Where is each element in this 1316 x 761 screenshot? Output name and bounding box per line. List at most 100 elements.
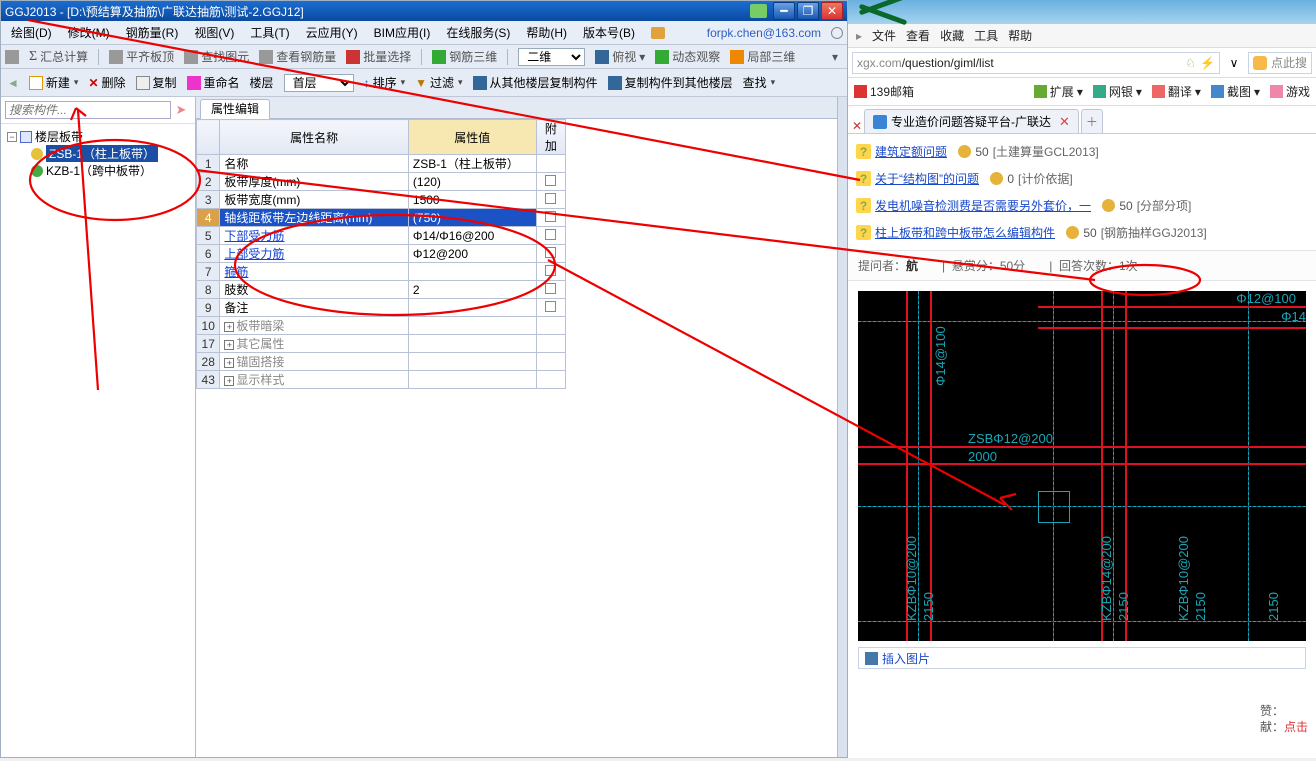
- coin-icon: [958, 145, 971, 158]
- close-button[interactable]: ✕: [821, 2, 843, 20]
- insert-image-button[interactable]: 插入图片: [858, 647, 1306, 669]
- copy-to-button[interactable]: 复制构件到其他楼层: [608, 74, 733, 91]
- delete-button[interactable]: ✕删除: [88, 74, 125, 91]
- menu-edit[interactable]: 修改(M): [62, 22, 116, 43]
- br-file[interactable]: 文件: [872, 27, 896, 44]
- grid-row[interactable]: 5下部受力筋Φ14/Φ16@200: [197, 227, 566, 245]
- gear-icon[interactable]: [831, 27, 843, 39]
- grid-row[interactable]: 2板带厚度(mm)(120): [197, 173, 566, 191]
- menu-tool[interactable]: 工具(T): [244, 22, 295, 43]
- col-value: 属性值: [408, 120, 536, 155]
- new-tab-button[interactable]: ＋: [1081, 109, 1103, 133]
- property-grid[interactable]: 属性名称 属性值 附加 1名称ZSB-1（柱上板带）2板带厚度(mm)(120)…: [196, 119, 566, 389]
- br-help[interactable]: 帮助: [1008, 27, 1032, 44]
- sort-button[interactable]: ↕排序▾: [364, 74, 406, 91]
- grid-row[interactable]: 1名称ZSB-1（柱上板带）: [197, 155, 566, 173]
- menu-steel[interactable]: 钢筋量(R): [120, 22, 185, 43]
- dropdown-icon[interactable]: ∨: [1224, 53, 1244, 73]
- game-button[interactable]: 游戏: [1270, 83, 1310, 100]
- grid-row[interactable]: 4轴线距板带左边线距离(mm)(750): [197, 209, 566, 227]
- checkbox[interactable]: [545, 265, 556, 276]
- qa-item[interactable]: ?建筑定额问题 50 [土建算量GCL2013]: [848, 138, 1316, 165]
- new-button[interactable]: 新建▾: [29, 74, 79, 91]
- browser-search[interactable]: 点此搜: [1248, 52, 1312, 74]
- tab-properties[interactable]: 属性编辑: [200, 99, 270, 119]
- address-bar[interactable]: xgx.com/question/giml/list ♘ ⚡: [852, 52, 1220, 74]
- checkbox[interactable]: [545, 193, 556, 204]
- grid-row[interactable]: 28+锚固搭接: [197, 353, 566, 371]
- grid-row[interactable]: 7箍筋: [197, 263, 566, 281]
- checkbox[interactable]: [545, 283, 556, 294]
- grid-row[interactable]: 10+板带暗梁: [197, 317, 566, 335]
- tool-3d[interactable]: 钢筋三维: [432, 48, 497, 65]
- grid-row[interactable]: 17+其它属性: [197, 335, 566, 353]
- qa-item[interactable]: ?发电机噪音检测费是否需要另外套价，一 50 [分部分项]: [848, 192, 1316, 219]
- tool-find[interactable]: 查找图元: [184, 48, 249, 65]
- browser-tab[interactable]: 专业造价问题答疑平台-广联达 ✕: [864, 109, 1079, 133]
- view-select[interactable]: 二维: [518, 48, 585, 66]
- tool-local3d[interactable]: 局部三维: [730, 48, 795, 65]
- tab-close-left[interactable]: ✕: [852, 119, 862, 133]
- mail-link[interactable]: 139邮箱: [854, 83, 914, 100]
- trans-button[interactable]: 翻译▾: [1152, 83, 1201, 100]
- tool-dyn[interactable]: 动态观察: [655, 48, 720, 65]
- component-tree[interactable]: −楼层板带 ZSB-1（柱上板带） KZB-1（跨中板带）: [1, 124, 195, 757]
- search-input[interactable]: [5, 101, 171, 119]
- menu-help[interactable]: 帮助(H): [520, 22, 573, 43]
- checkbox[interactable]: [545, 247, 556, 258]
- floor-select[interactable]: 首层: [284, 74, 354, 92]
- menu-view[interactable]: 视图(V): [188, 22, 240, 43]
- copy-from-button[interactable]: 从其他楼层复制构件: [473, 74, 598, 91]
- qa-item[interactable]: ?柱上板带和跨中板带怎么编辑构件 50 [钢筋抽样GGJ2013]: [848, 219, 1316, 246]
- question-icon: ?: [856, 225, 871, 240]
- checkbox[interactable]: [545, 175, 556, 186]
- grid-row[interactable]: 3板带宽度(mm)1500: [197, 191, 566, 209]
- search-go-icon[interactable]: ➤: [171, 101, 191, 119]
- bank-button[interactable]: 网银▾: [1093, 83, 1142, 100]
- tab-close-icon[interactable]: ✕: [1059, 114, 1070, 130]
- restore-button[interactable]: ❐: [797, 2, 819, 20]
- br-view[interactable]: 查看: [906, 27, 930, 44]
- grid-row[interactable]: 9备注: [197, 299, 566, 317]
- minimize-button[interactable]: ━: [773, 2, 795, 20]
- tool-qty[interactable]: 查看钢筋量: [259, 48, 336, 65]
- grid-row[interactable]: 6上部受力筋Φ12@200: [197, 245, 566, 263]
- tool-stop[interactable]: [5, 50, 19, 64]
- tree-root[interactable]: −楼层板带: [7, 128, 195, 145]
- qa-link[interactable]: 关于“结构图”的问题: [875, 170, 979, 187]
- titlebar[interactable]: GGJ2013 - [D:\预结算及抽筋\广联达抽筋\测试-2.GGJ12] ━…: [1, 1, 847, 21]
- tool-batch[interactable]: 批量选择: [346, 48, 411, 65]
- shot-button[interactable]: 截图▾: [1211, 83, 1260, 100]
- tree-item-zsb1[interactable]: ZSB-1（柱上板带）: [7, 145, 195, 162]
- checkbox[interactable]: [545, 229, 556, 240]
- rename-button[interactable]: 重命名: [187, 74, 240, 91]
- hat-icon[interactable]: [651, 27, 665, 39]
- grid-row[interactable]: 8肢数2: [197, 281, 566, 299]
- menu-version[interactable]: 版本号(B): [577, 22, 641, 43]
- qa-link[interactable]: 发电机噪音检测费是否需要另外套价，一: [875, 197, 1091, 214]
- menu-draw[interactable]: 绘图(D): [5, 22, 58, 43]
- copy-button[interactable]: 复制: [136, 74, 177, 91]
- account-link[interactable]: forpk.chen@163.com: [707, 26, 821, 40]
- menu-online[interactable]: 在线服务(S): [440, 22, 516, 43]
- ext-button[interactable]: 扩展▾: [1034, 83, 1083, 100]
- qa-link[interactable]: 柱上板带和跨中板带怎么编辑构件: [875, 224, 1055, 241]
- search-button[interactable]: 查找▾: [743, 74, 776, 91]
- toolbar-overflow[interactable]: ▾: [827, 50, 843, 64]
- cad-drawing: ZSBΦ12@200 2000 Φ12@100 Φ14 Φ14@100 KZBΦ…: [858, 291, 1306, 641]
- qa-item[interactable]: ?关于“结构图”的问题 0 [计价依据]: [848, 165, 1316, 192]
- br-fav[interactable]: 收藏: [940, 27, 964, 44]
- filter-button[interactable]: ▼过滤▾: [415, 74, 462, 91]
- tool-level[interactable]: 平齐板顶: [109, 48, 174, 65]
- tree-item-kzb1[interactable]: KZB-1（跨中板带）: [7, 162, 195, 179]
- checkbox[interactable]: [545, 211, 556, 222]
- tool-back[interactable]: ◄: [7, 76, 19, 90]
- tool-sum[interactable]: Σ汇总计算: [29, 48, 88, 65]
- br-tool[interactable]: 工具: [974, 27, 998, 44]
- checkbox[interactable]: [545, 301, 556, 312]
- grid-row[interactable]: 43+显示样式: [197, 371, 566, 389]
- menu-bim[interactable]: BIM应用(I): [368, 22, 437, 43]
- tool-side[interactable]: 俯视▾: [595, 48, 645, 65]
- menu-cloud[interactable]: 云应用(Y): [300, 22, 364, 43]
- qa-link[interactable]: 建筑定额问题: [875, 143, 947, 160]
